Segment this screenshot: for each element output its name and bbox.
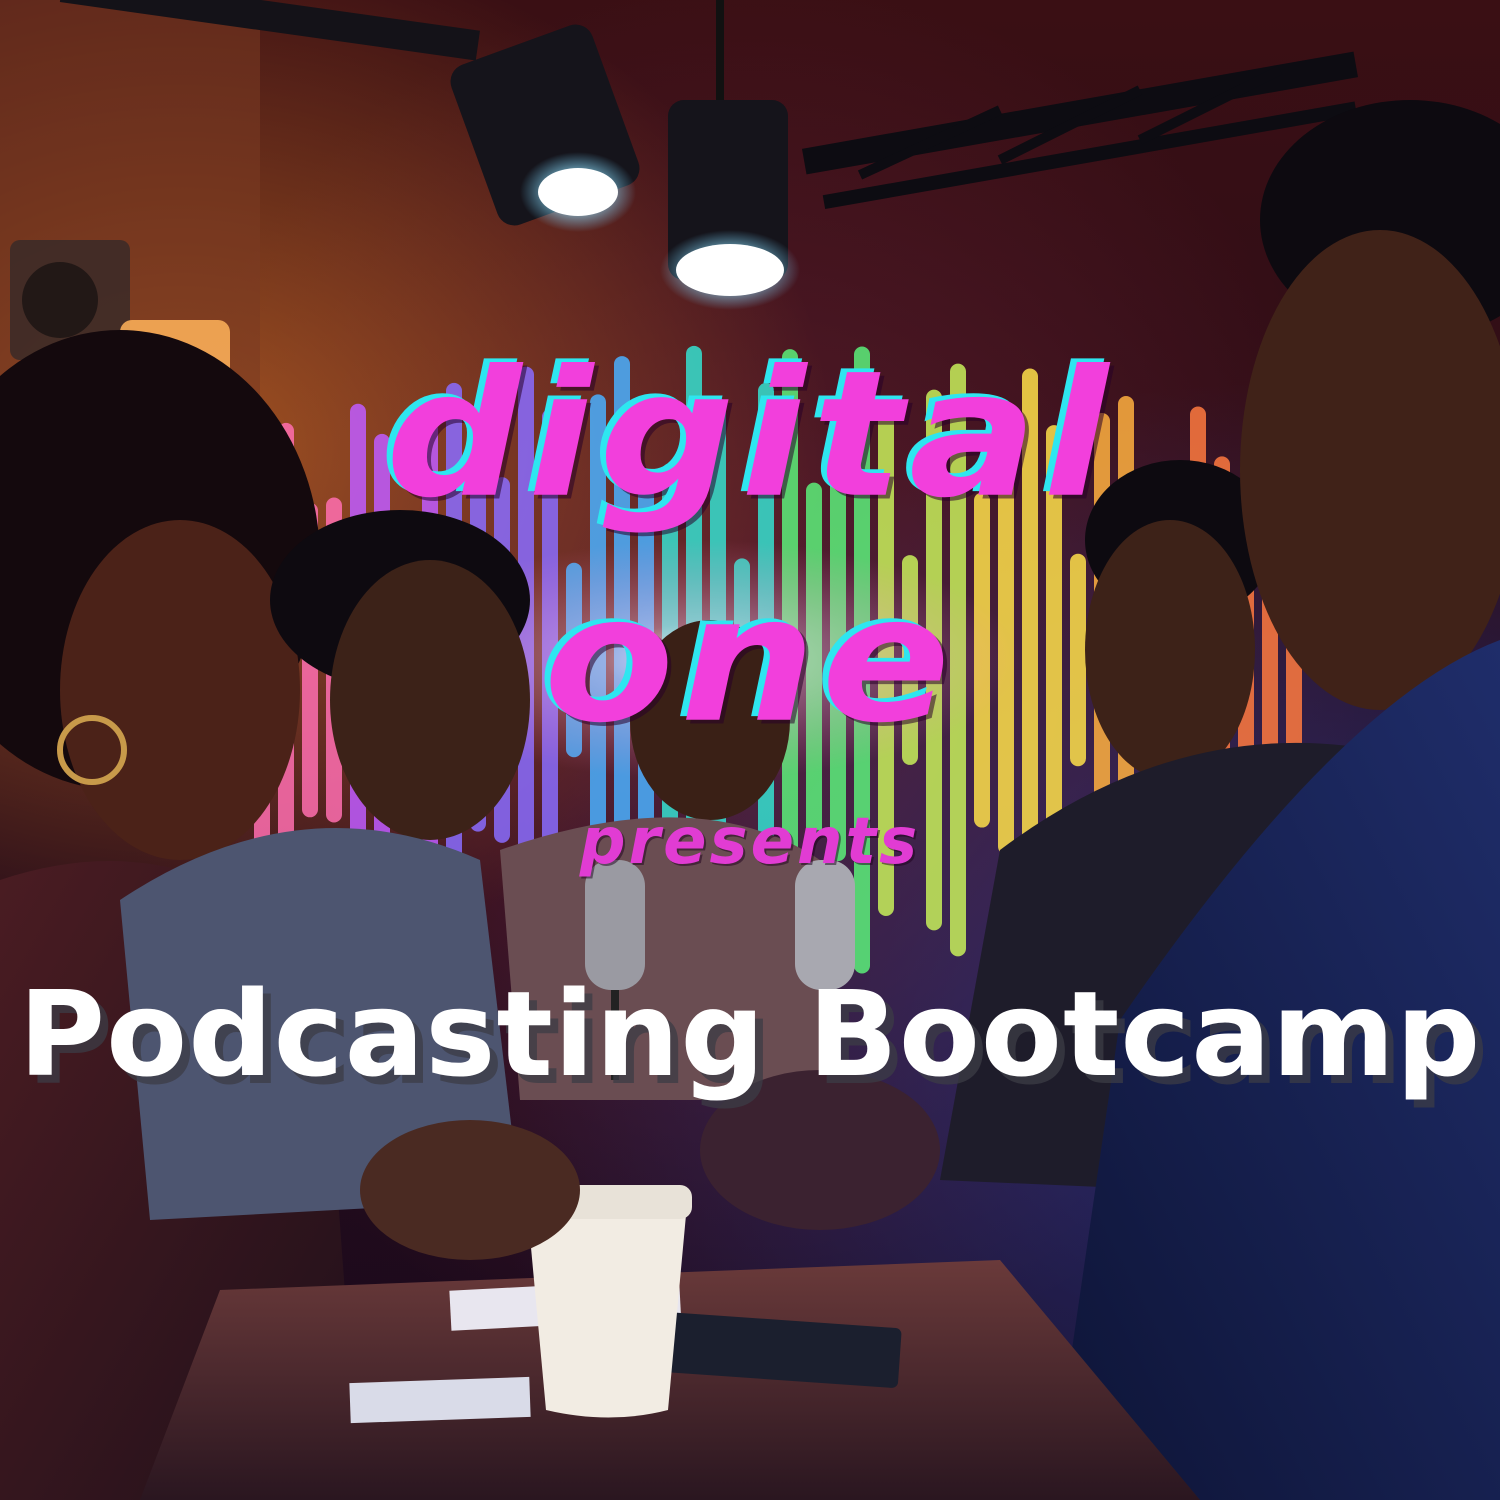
podcast-poster: digital one presents Podcasting Bootcamp (0, 0, 1500, 1500)
event-title: Podcasting Bootcamp (18, 965, 1482, 1103)
brand-digital-text: digital (385, 332, 1115, 537)
hand (360, 1120, 580, 1260)
presents-text: presents (579, 805, 921, 879)
paper-sheet (349, 1376, 531, 1424)
studio-light-icon (660, 0, 800, 310)
speaker-cone-icon (22, 262, 98, 338)
brand-one-text: one (543, 557, 957, 762)
